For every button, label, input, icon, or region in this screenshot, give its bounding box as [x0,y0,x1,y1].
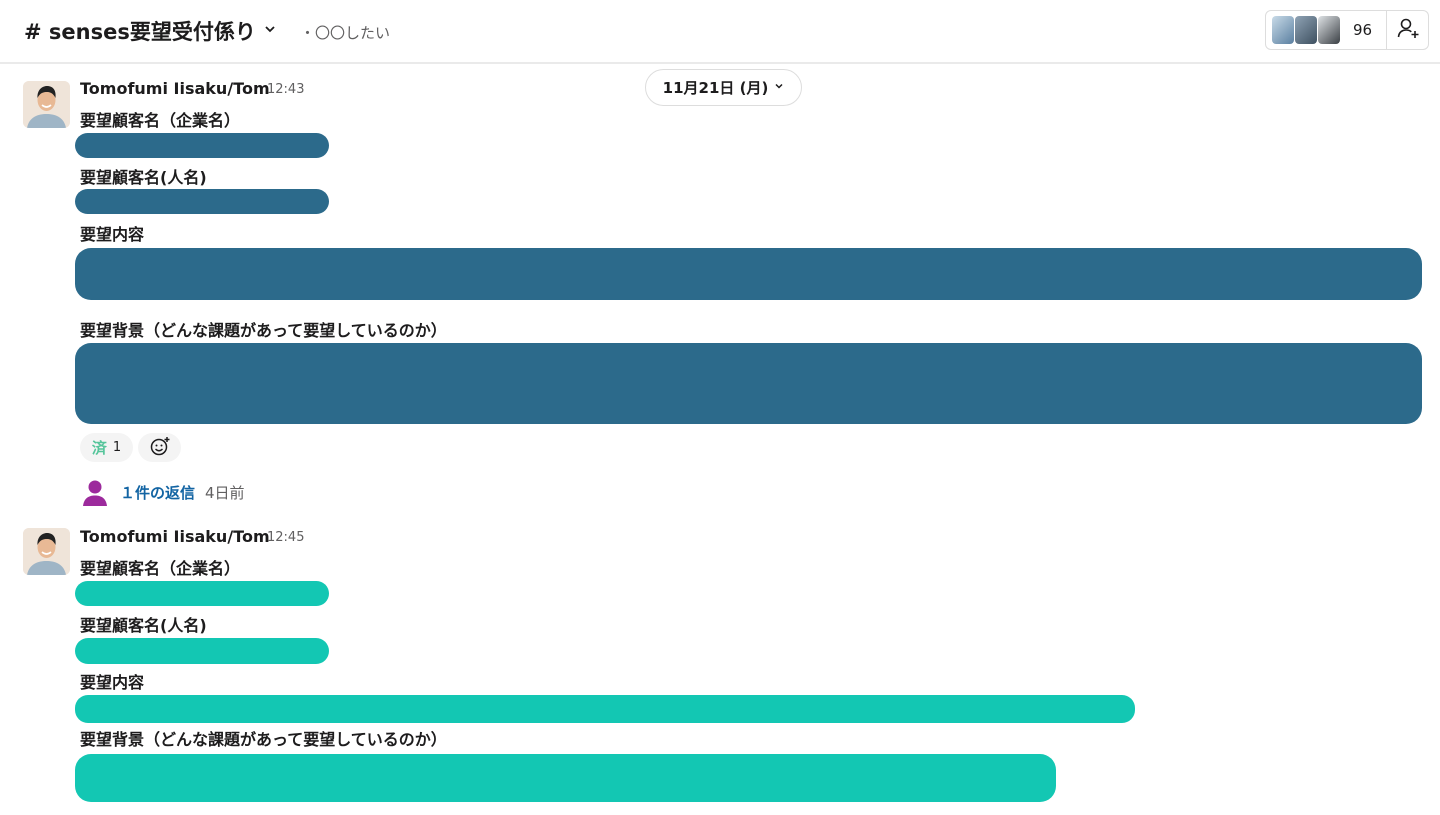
redacted-value [75,754,1056,802]
chevron-down-icon [264,23,276,39]
redacted-value [75,133,329,158]
field-label: 要望顧客名（企業名） [80,111,241,130]
message-timestamp[interactable]: 12:45 [267,530,304,545]
member-count: 96 [1353,21,1373,39]
field-label: 要望背景（どんな課題があって要望しているのか） [80,730,447,749]
person-icon [80,477,110,507]
field-label: 要望顧客名(人名) [80,168,207,187]
channel-topic[interactable]: ・〇〇したい [300,22,390,43]
field-label: 要望内容 [80,673,145,692]
member-avatar [1272,16,1294,44]
field-label: 要望顧客名(人名) [80,616,207,635]
channel-name: # senses要望受付係り [24,20,256,44]
reaction-pill[interactable]: 済 1 [80,433,133,462]
channel-name-button[interactable]: # senses要望受付係り [24,16,276,46]
chevron-down-icon [774,81,784,94]
reaction-count: 1 [112,440,122,455]
member-avatar [1318,16,1340,44]
message-author[interactable]: Tomofumi Iisaku/Tom [80,79,270,98]
date-divider-button[interactable]: 11月21日 (月) [645,69,802,106]
add-member-button[interactable] [1387,10,1429,50]
avatar[interactable] [23,528,70,575]
member-avatar [1295,16,1317,44]
field-label: 要望顧客名（企業名） [80,559,241,578]
avatar[interactable] [23,81,70,128]
field-label: 要望内容 [80,225,145,244]
redacted-value [75,343,1422,424]
add-reaction-icon [149,435,171,461]
message-author[interactable]: Tomofumi Iisaku/Tom [80,527,270,546]
redacted-value [75,248,1422,300]
redacted-value [75,638,329,664]
redacted-value [75,581,329,606]
redacted-value [75,695,1135,723]
redacted-value [75,189,329,214]
add-reaction-button[interactable] [138,433,181,462]
member-list-button[interactable]: 96 [1265,10,1387,50]
date-label: 11月21日 (月) [662,79,769,97]
thread-replies-link[interactable]: １件の返信 [120,482,195,503]
add-person-icon [1396,16,1420,44]
message-timestamp[interactable]: 12:43 [267,82,304,97]
thread-last-reply-time: 4日前 [205,483,245,502]
field-label: 要望背景（どんな課題があって要望しているのか） [80,321,447,340]
channel-header: # senses要望受付係り ・〇〇したい 96 [0,0,1440,64]
thread-summary[interactable]: １件の返信 4日前 [80,476,245,508]
reaction-emoji: 済 [91,439,107,457]
